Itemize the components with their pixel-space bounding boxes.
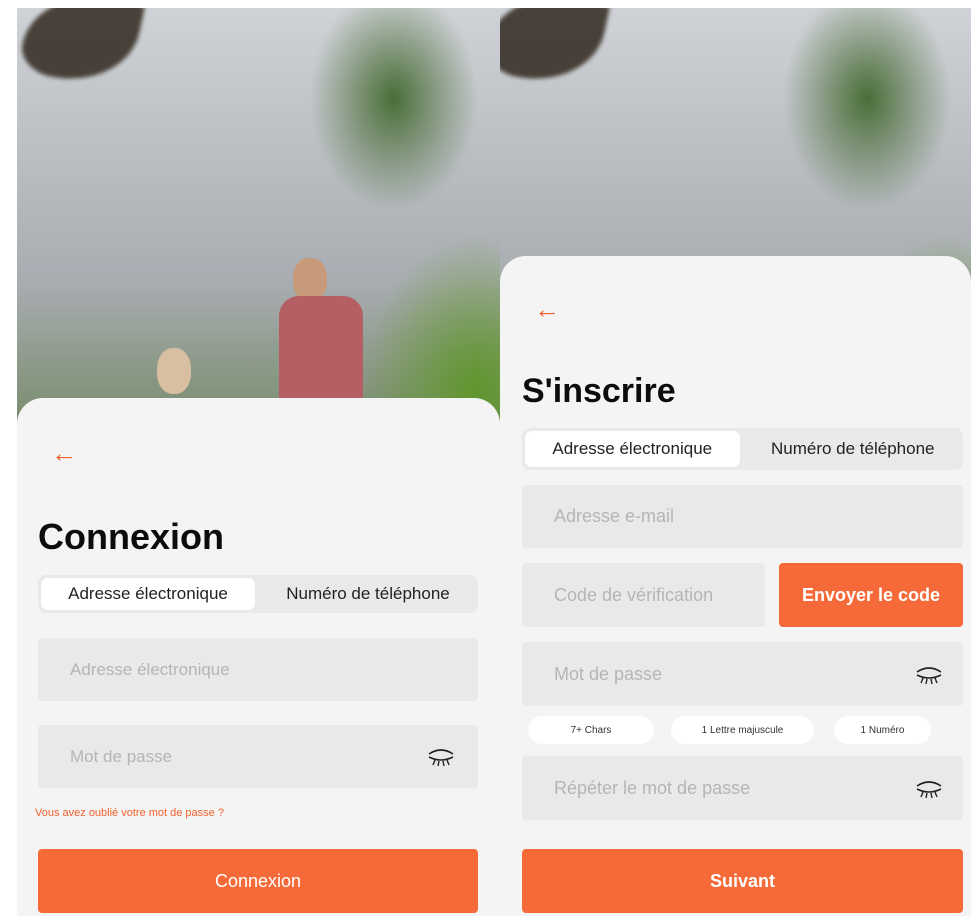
signup-method-tabs: Adresse électronique Numéro de téléphone <box>522 428 963 470</box>
email-field <box>38 638 478 701</box>
tab-email[interactable]: Adresse électronique <box>525 431 740 467</box>
email-field <box>522 485 963 548</box>
password-field <box>522 642 963 706</box>
eye-closed-icon[interactable] <box>915 664 943 686</box>
requirement-chip-uppercase: 1 Lettre majuscule <box>671 716 814 744</box>
repeat-password-field <box>522 756 963 820</box>
person-body <box>279 296 363 408</box>
login-screen: ← Connexion Adresse électronique Numéro … <box>17 8 500 916</box>
login-button[interactable]: Connexion <box>38 849 478 913</box>
page-title: S'inscrire <box>522 372 676 410</box>
arrow-left-icon[interactable]: ← <box>51 440 77 466</box>
leaf-shape <box>17 8 145 93</box>
page-title: Connexion <box>38 516 224 557</box>
tab-phone[interactable]: Numéro de téléphone <box>261 578 475 610</box>
verification-code-input[interactable] <box>522 563 765 627</box>
leaf-shape <box>500 8 610 93</box>
email-input[interactable] <box>38 638 478 701</box>
arrow-left-icon[interactable]: ← <box>534 296 560 322</box>
login-method-tabs: Adresse électronique Numéro de téléphone <box>38 575 478 613</box>
repeat-password-input[interactable] <box>522 756 963 820</box>
person-head <box>293 258 327 300</box>
tab-phone[interactable]: Numéro de téléphone <box>746 431 961 467</box>
email-input[interactable] <box>522 485 963 548</box>
eye-closed-icon[interactable] <box>427 746 455 768</box>
password-input[interactable] <box>522 642 963 706</box>
requirement-chip-length: 7+ Chars <box>528 716 654 744</box>
password-input[interactable] <box>38 725 478 788</box>
verification-code-field <box>522 563 765 627</box>
forgot-password-link[interactable]: Vous avez oublié votre mot de passe ? <box>35 807 224 819</box>
password-field <box>38 725 478 788</box>
person-head <box>157 348 191 394</box>
send-code-button[interactable]: Envoyer le code <box>779 563 963 627</box>
signup-screen: ← S'inscrire Adresse électronique Numéro… <box>500 8 971 916</box>
next-button[interactable]: Suivant <box>522 849 963 913</box>
requirement-chip-number: 1 Numéro <box>834 716 931 744</box>
eye-closed-icon[interactable] <box>915 778 943 800</box>
tab-email[interactable]: Adresse électronique <box>41 578 255 610</box>
